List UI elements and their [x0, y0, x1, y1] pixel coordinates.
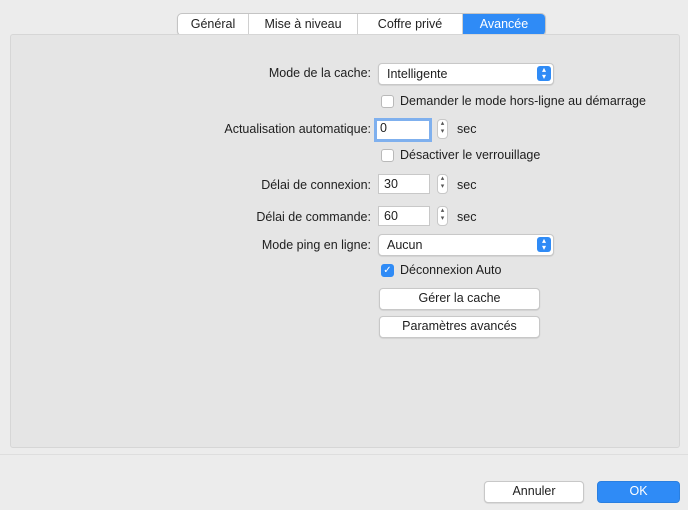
- command-timeout-unit: sec: [457, 210, 477, 224]
- auto-disconnect-checkbox[interactable]: ✓: [381, 264, 394, 277]
- preferences-window: Général Mise à niveau Coffre privé Avanc…: [0, 0, 688, 510]
- settings-pane: Mode de la cache: Intelligente ▴ ▾ Demand…: [10, 34, 680, 448]
- manage-cache-button[interactable]: Gérer la cache: [379, 288, 540, 310]
- auto-refresh-label: Actualisation automatique:: [224, 122, 371, 136]
- advanced-params-button[interactable]: Paramètres avancés: [379, 316, 540, 338]
- connect-timeout-value: 30: [384, 177, 398, 191]
- command-timeout-value: 60: [384, 209, 398, 223]
- ping-mode-label: Mode ping en ligne:: [261, 238, 371, 252]
- connect-timeout-unit: sec: [457, 178, 477, 192]
- command-timeout-stepper[interactable]: ▴ ▾: [437, 206, 448, 226]
- cache-mode-select[interactable]: Intelligente ▴ ▾: [378, 63, 554, 85]
- footer-divider: [0, 454, 688, 455]
- tab-upgrade[interactable]: Mise à niveau: [249, 14, 358, 35]
- auto-refresh-unit: sec: [457, 122, 477, 136]
- connect-timeout-stepper[interactable]: ▴ ▾: [437, 174, 448, 194]
- ok-button[interactable]: OK: [597, 481, 680, 503]
- command-timeout-label: Délai de commande:: [256, 210, 371, 224]
- tab-general[interactable]: Général: [178, 14, 249, 35]
- offline-prompt-label: Demander le mode hors-ligne au démarrage: [400, 94, 646, 108]
- command-timeout-input[interactable]: 60: [378, 206, 430, 226]
- cache-mode-label: Mode de la cache:: [268, 66, 371, 80]
- auto-refresh-value: 0: [380, 121, 387, 135]
- offline-prompt-checkbox[interactable]: [381, 95, 394, 108]
- cache-mode-value: Intelligente: [387, 67, 448, 81]
- connect-timeout-label: Délai de connexion:: [261, 178, 371, 192]
- ping-mode-value: Aucun: [387, 238, 423, 252]
- tab-private-vault[interactable]: Coffre privé: [358, 14, 463, 35]
- connect-timeout-input[interactable]: 30: [378, 174, 430, 194]
- ping-mode-select[interactable]: Aucun ▴ ▾: [378, 234, 554, 256]
- cancel-button[interactable]: Annuler: [484, 481, 584, 503]
- disable-lock-label: Désactiver le verrouillage: [400, 148, 541, 162]
- chevron-updown-icon: ▴ ▾: [537, 237, 551, 252]
- auto-refresh-stepper[interactable]: ▴ ▾: [437, 119, 448, 139]
- tab-advanced[interactable]: Avancée: [463, 14, 545, 35]
- auto-refresh-input[interactable]: 0: [374, 118, 432, 142]
- tab-bar: Général Mise à niveau Coffre privé Avanc…: [177, 13, 546, 36]
- chevron-updown-icon: ▴ ▾: [537, 66, 551, 81]
- disable-lock-checkbox[interactable]: [381, 149, 394, 162]
- auto-disconnect-label: Déconnexion Auto: [400, 263, 502, 277]
